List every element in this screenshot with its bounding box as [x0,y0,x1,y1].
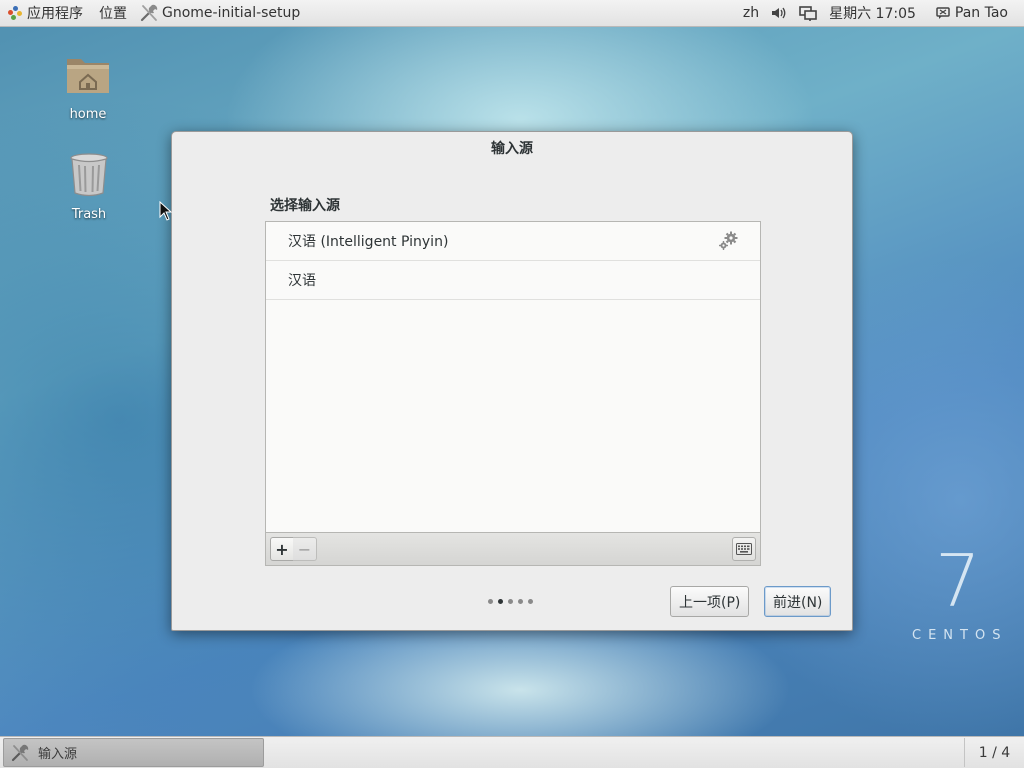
tools-icon [11,744,29,761]
input-source-list: 汉语 (Intelligent Pinyin) 汉语 + − [265,221,761,566]
centos-version-mark: 7 [935,539,981,623]
previous-button[interactable]: 上一项(P) [670,586,750,617]
applications-label: 应用程序 [27,6,83,22]
tools-icon [140,4,158,22]
input-source-row[interactable]: 汉语 (Intelligent Pinyin) [266,222,760,261]
show-keyboard-layout-button[interactable] [732,537,756,561]
remove-input-source-button[interactable]: − [293,537,317,561]
trash-icon [70,153,108,197]
page-dot [508,599,513,604]
places-menu[interactable]: 位置 [91,0,135,26]
page-dot [518,599,523,604]
home-folder-icon [67,59,109,93]
desktop-icon-label: home [69,107,107,122]
bottom-panel: 输入源 1 / 4 [0,736,1024,768]
active-app-menu[interactable]: Gnome-initial-setup [135,0,308,26]
mouse-pointer-icon [159,201,173,221]
network-indicator[interactable] [793,0,823,26]
volume-indicator[interactable] [765,0,793,26]
input-source-label: 汉语 [288,273,316,289]
keyboard-icon [736,543,752,555]
gnome-foot-icon [8,6,22,20]
input-source-row[interactable]: 汉语 [266,261,760,300]
page-dot [488,599,493,604]
taskbar-window-button[interactable]: 输入源 [3,738,264,767]
input-method-label: zh [742,5,760,21]
clock-label: 星期六 17:05 [829,6,916,22]
wired-network-icon [799,6,817,21]
gear-icon[interactable] [718,231,738,251]
user-name-label: Pan Tao [954,5,1008,21]
input-source-toolbar: + − [266,532,760,565]
input-method-indicator[interactable]: zh [737,0,765,26]
user-status-icon [936,7,950,19]
desktop-icon-home[interactable]: home [53,51,123,122]
top-panel: 应用程序 位置 Gnome-initial-setup zh 星期六 17:05… [0,0,1024,27]
input-source-section-label: 选择输入源 [270,198,340,214]
centos-wordmark: CENTOS [912,628,1008,643]
desktop-icon-trash[interactable]: Trash [54,151,124,222]
input-source-label: 汉语 (Intelligent Pinyin) [288,234,449,250]
next-button[interactable]: 前进(N) [764,586,832,617]
add-input-source-button[interactable]: + [270,537,294,561]
page-dot [528,599,533,604]
active-app-label: Gnome-initial-setup [162,5,301,21]
volume-icon [772,7,786,19]
initial-setup-dialog: 输入源 选择输入源 汉语 (Intelligent Pinyin) 汉语 + −… [171,131,853,631]
taskbar-window-label: 输入源 [38,747,78,762]
applications-menu[interactable]: 应用程序 [0,0,91,26]
workspace-indicator[interactable]: 1 / 4 [964,738,1024,767]
desktop-icon-label: Trash [71,207,107,222]
page-indicator [488,599,533,604]
dialog-title: 输入源 [491,141,533,157]
clock[interactable]: 星期六 17:05 [823,0,922,26]
page-dot-active [498,599,503,604]
user-menu[interactable]: Pan Tao [922,0,1024,26]
places-label: 位置 [99,6,127,22]
